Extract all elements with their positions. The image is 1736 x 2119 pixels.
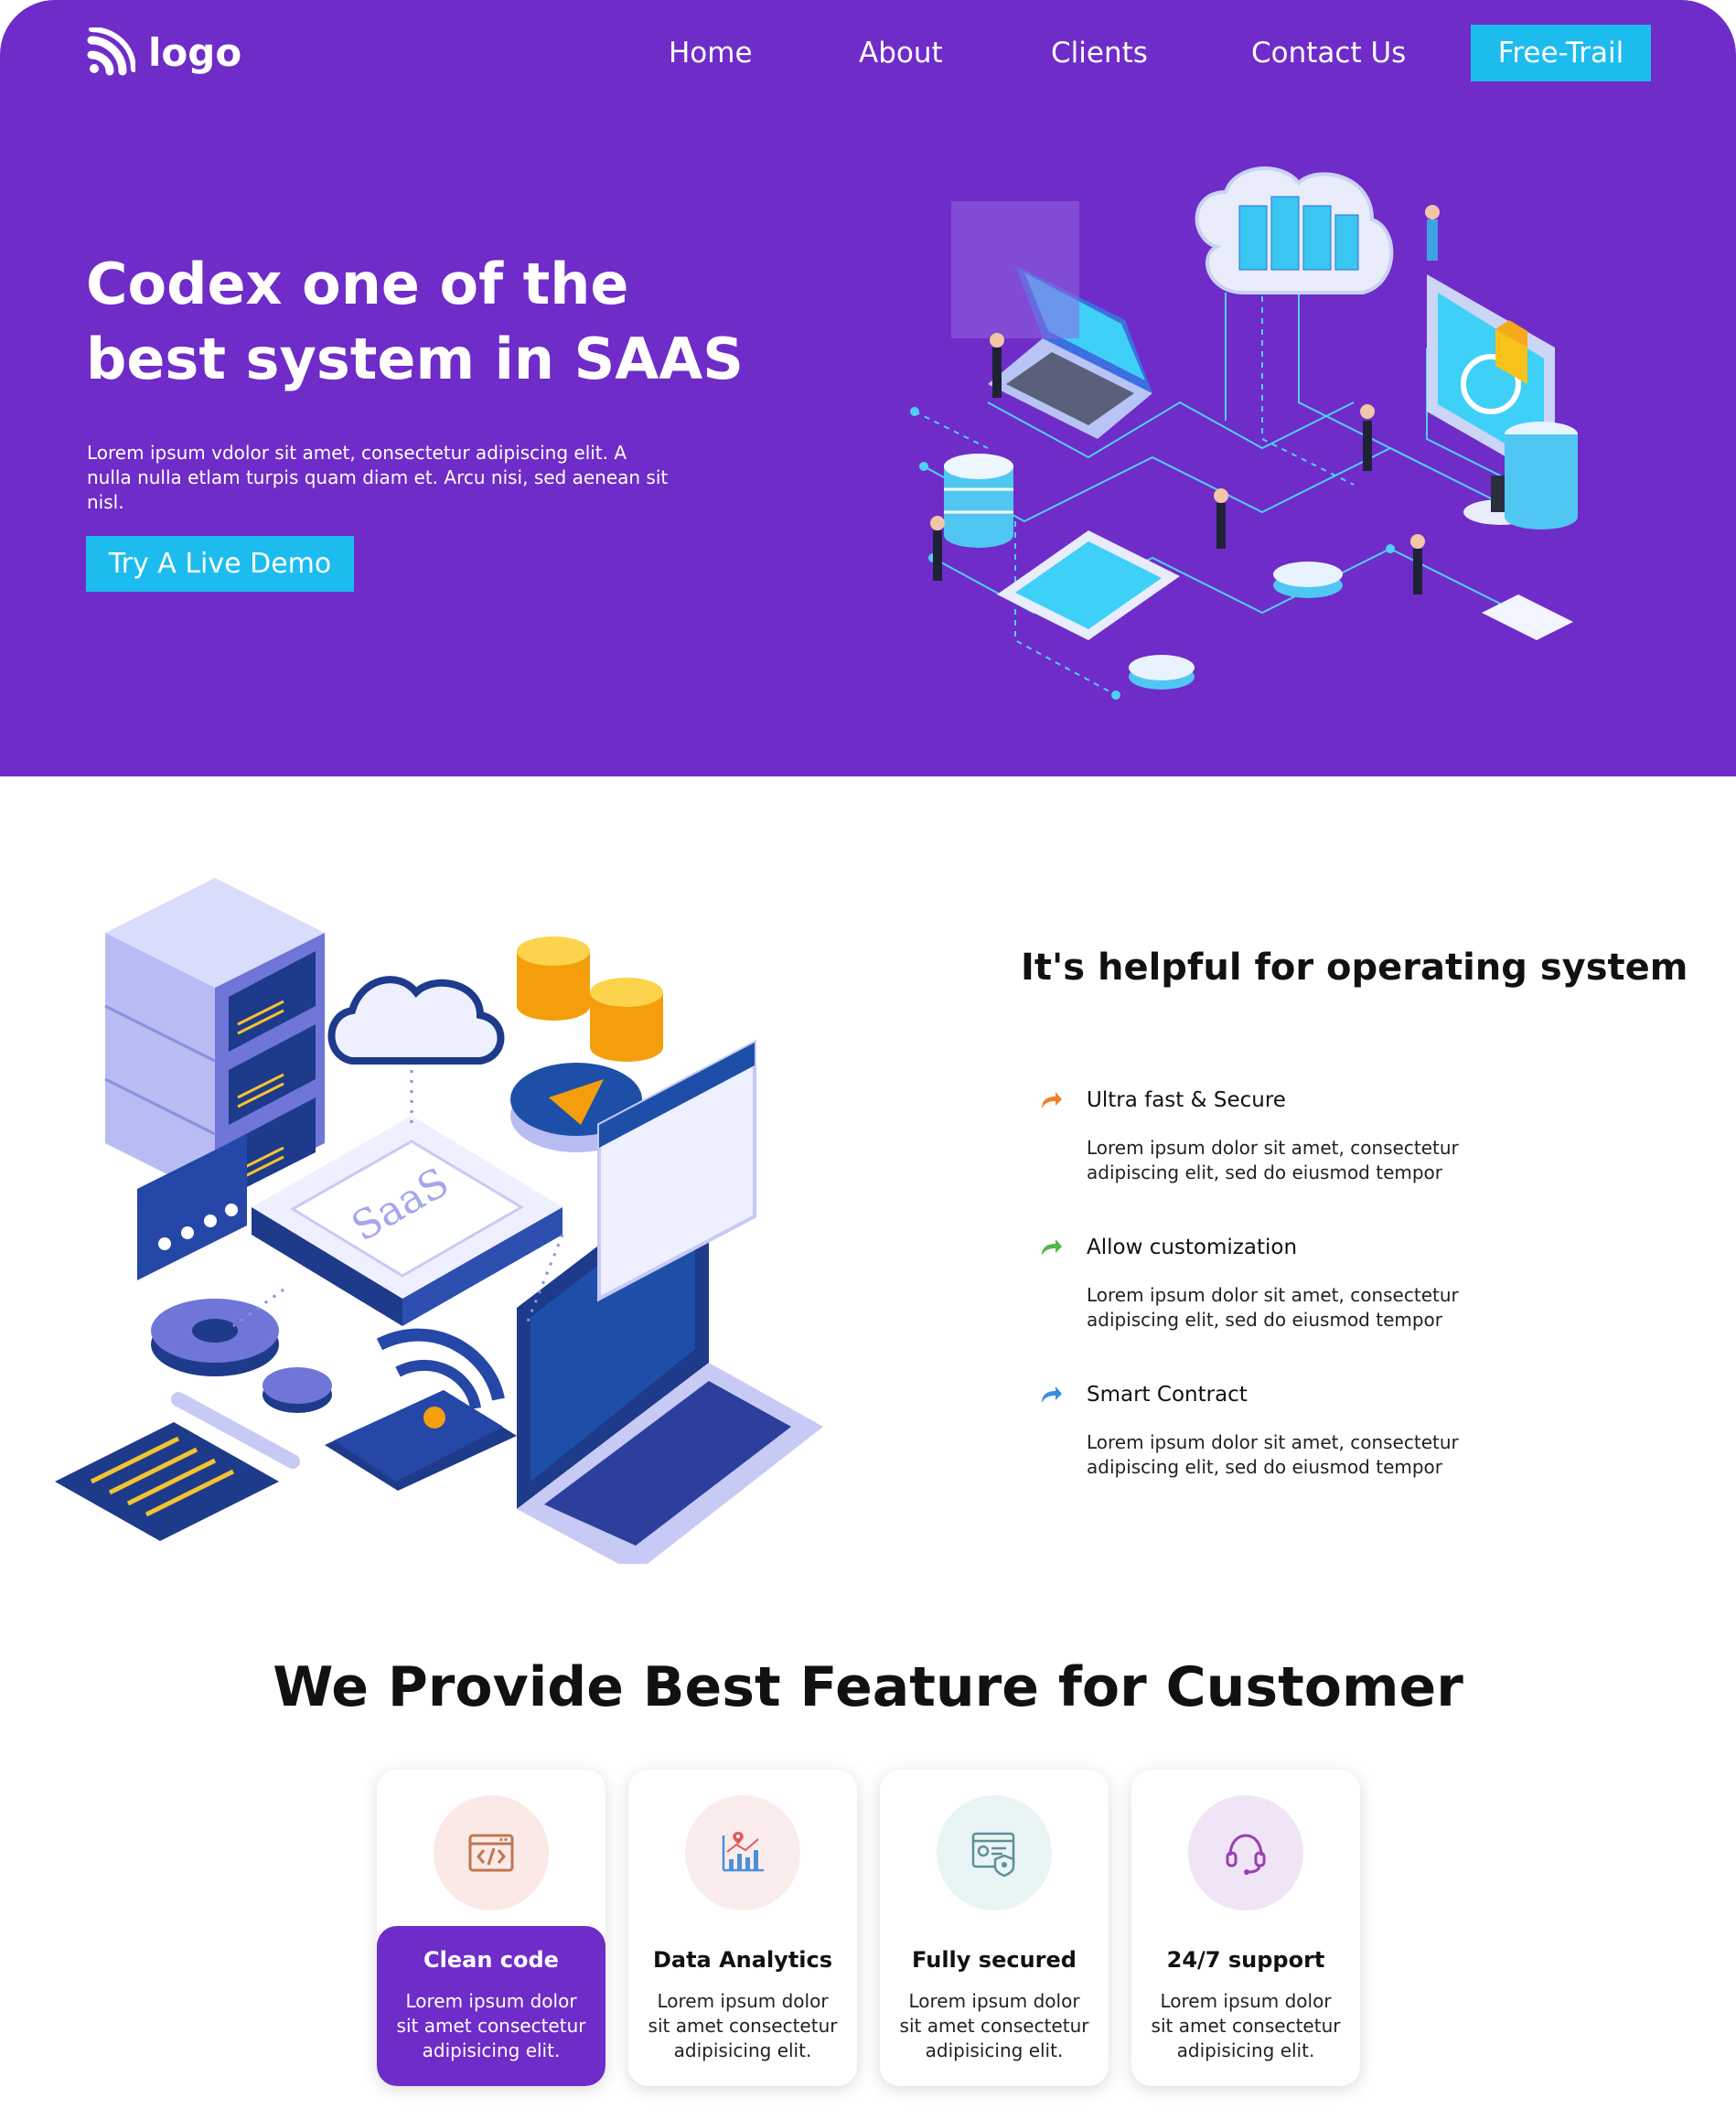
nav-clients[interactable]: Clients [1051,37,1148,70]
feature-description: Lorem ipsum dolor sit amet, consectetur … [1087,1431,1459,1478]
orange-arrow-icon [1042,1092,1062,1108]
green-arrow-icon [1042,1239,1062,1256]
card-description: Lorem ipsum dolor sit amet consectetur a… [899,1990,1089,2061]
nav-contact-us[interactable]: Contact Us [1251,37,1406,70]
logo-icon [87,27,135,76]
card-title: Clean code [423,1947,559,1973]
card-icon-circle [1188,1795,1303,1910]
feature-title: Allow customization [1087,1236,1298,1259]
saas-illustration: SaaS [55,878,823,1564]
card-description: Lorem ipsum dolor sit amet consectetur a… [1151,1990,1341,2061]
helpful-title: It's helpful for operating system [1021,947,1688,989]
nav-about[interactable]: About [859,37,943,70]
headset-icon [1226,1834,1266,1875]
logo[interactable]: logo [86,27,241,77]
card-icon-circle [685,1795,800,1910]
feature-card-clean-code[interactable]: Clean code Lorem ipsum dolor sit amet co… [377,1770,605,2086]
feature-description: Lorem ipsum dolor sit amet, consectetur … [1087,1137,1459,1183]
feature-description: Lorem ipsum dolor sit amet, consectetur … [1087,1284,1459,1331]
cloud-network-illustration [910,166,1578,700]
card-description: Lorem ipsum dolor sit amet consectetur a… [648,1990,838,2061]
feature-title: Smart Contract [1087,1383,1248,1407]
hero-section: logo Home About Clients Contact Us Free-… [0,0,1736,776]
card-description: Lorem ipsum dolor sit amet consectetur a… [396,1990,586,2061]
logo-text: logo [148,29,242,75]
feature-card-data-analytics[interactable]: Data Analytics Lorem ipsum dolor sit ame… [628,1770,857,2086]
nav-home[interactable]: Home [669,37,753,70]
feature-card-support[interactable]: 24/7 support Lorem ipsum dolor sit amet … [1131,1770,1360,2086]
features-title: We Provide Best Feature for Customer [273,1655,1463,1719]
live-demo-button[interactable]: Try A Live Demo [86,536,354,592]
hero-title: Codex one of the best system in SAAS [86,251,744,392]
card-title: Fully secured [912,1947,1077,1973]
feature-title: Ultra fast & Secure [1087,1088,1286,1112]
card-icon-circle [434,1795,549,1910]
card-title: Data Analytics [652,1947,833,1973]
card-title: 24/7 support [1166,1947,1325,1973]
code-icon [468,1834,514,1872]
hero-subtitle: Lorem ipsum vdolor sit amet, consectetur… [87,442,669,513]
blue-arrow-icon [1042,1386,1062,1403]
card-icon-circle [937,1795,1052,1910]
analytics-icon [722,1832,764,1872]
free-trial-button[interactable]: Free-Trail [1471,25,1651,81]
feature-card-fully-secured[interactable]: Fully secured Lorem ipsum dolor sit amet… [880,1770,1109,2086]
security-icon [971,1832,1015,1878]
